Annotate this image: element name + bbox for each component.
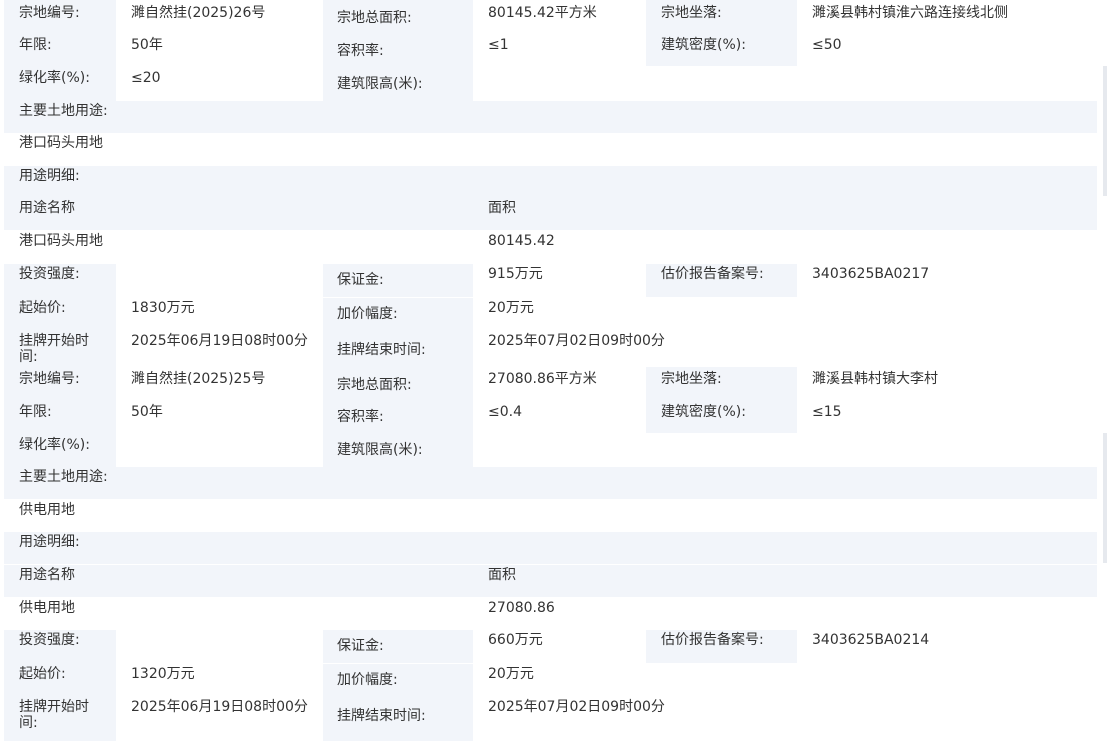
deposit-label: 保证金: <box>323 630 473 663</box>
density-value: ≤50 <box>797 33 1097 66</box>
total-area-label: 宗地总面积: <box>323 0 473 34</box>
main-use-label: 主要土地用途: <box>4 101 1097 133</box>
use-name-cell: 港口码头用地 <box>19 233 103 249</box>
use-detail-header-row: 用途名称 面积 <box>4 198 1097 230</box>
density-value: ≤15 <box>797 400 1097 433</box>
listing-start-label-line-2: 间: <box>19 349 38 365</box>
use-name-cell: 供电用地 <box>19 600 75 616</box>
increment-label: 加价幅度: <box>323 664 473 696</box>
scrollbar-thumb[interactable] <box>1103 66 1107 196</box>
density-label: 建筑密度(%): <box>646 33 797 68</box>
term-label: 年限: <box>4 400 116 433</box>
use-detail-label: 用途明细: <box>4 166 1097 198</box>
use-name-header: 用途名称 <box>19 567 75 583</box>
total-area-value: 80145.42平方米 <box>473 0 646 33</box>
term-value: 50年 <box>116 33 323 66</box>
use-area-cell: 80145.42 <box>488 233 555 249</box>
use-detail-label: 用途明细: <box>4 532 1097 564</box>
start-price-label: 起始价: <box>4 663 116 696</box>
green-label: 绿化率(%): <box>4 66 116 101</box>
land-listing-page: 宗地编号: 濉自然挂(2025)26号 宗地总面积: 80145.42平方米 宗… <box>0 0 1109 741</box>
main-use-value: 供电用地 <box>4 500 1097 532</box>
use-detail-row: 港口码头用地 80145.42 <box>4 231 1097 263</box>
invest-label: 投资强度: <box>4 264 116 297</box>
location-label: 宗地坐落: <box>646 367 797 400</box>
invest-value <box>116 630 323 663</box>
density-label: 建筑密度(%): <box>646 400 797 435</box>
start-price-label: 起始价: <box>4 297 116 330</box>
parcel-no-value: 濉自然挂(2025)25号 <box>116 367 323 400</box>
invest-label: 投资强度: <box>4 630 116 663</box>
increment-label: 加价幅度: <box>323 298 473 330</box>
listing-end-value: 2025年07月02日09时00分 <box>473 330 1097 367</box>
total-area-label: 宗地总面积: <box>323 367 473 401</box>
start-price-value: 1830万元 <box>116 297 323 330</box>
invest-value <box>116 264 323 297</box>
far-label: 容积率: <box>323 401 473 434</box>
deposit-value: 660万元 <box>473 630 646 663</box>
deposit-value: 915万元 <box>473 264 646 297</box>
increment-value: 20万元 <box>473 297 1097 330</box>
scrollbar-thumb-lower[interactable] <box>1103 433 1107 563</box>
main-use-label: 主要土地用途: <box>4 467 1097 499</box>
main-use-value: 港口码头用地 <box>4 133 1097 165</box>
parcel-no-value: 濉自然挂(2025)26号 <box>116 0 323 33</box>
green-label: 绿化率(%): <box>4 433 116 467</box>
use-name-header: 用途名称 <box>19 200 75 216</box>
parcel-block-2: 宗地编号: 濉自然挂(2025)25号 宗地总面积: 27080.86平方米 宗… <box>0 367 1109 741</box>
appraisal-label: 估价报告备案号: <box>646 630 797 664</box>
term-value: 50年 <box>116 400 323 433</box>
listing-start-label: 挂牌开始时 间: <box>4 330 116 367</box>
listing-start-value: 2025年06月19日08时00分 <box>116 696 323 741</box>
listing-start-label-line-2: 间: <box>19 715 38 731</box>
appraisal-label: 估价报告备案号: <box>646 264 797 298</box>
parcel-no-label: 宗地编号: <box>4 0 116 33</box>
far-value: ≤0.4 <box>473 400 646 433</box>
height-value <box>473 433 1097 467</box>
listing-start-label-line-1: 挂牌开始时 <box>19 699 89 715</box>
deposit-label: 保证金: <box>323 264 473 297</box>
appraisal-value: 3403625BA0217 <box>797 264 1097 297</box>
height-label: 建筑限高(米): <box>323 67 473 101</box>
far-value: ≤1 <box>473 33 646 66</box>
height-label: 建筑限高(米): <box>323 434 473 467</box>
start-price-value: 1320万元 <box>116 663 323 696</box>
listing-start-value: 2025年06月19日08时00分 <box>116 330 323 367</box>
green-value: ≤20 <box>116 66 323 101</box>
listing-start-label: 挂牌开始时 间: <box>4 696 116 741</box>
area-header: 面积 <box>488 200 516 216</box>
far-label: 容积率: <box>323 34 473 67</box>
area-header: 面积 <box>488 567 516 583</box>
increment-value: 20万元 <box>473 663 1097 696</box>
parcel-no-label: 宗地编号: <box>4 367 116 400</box>
term-label: 年限: <box>4 33 116 66</box>
green-value <box>116 433 323 467</box>
total-area-value: 27080.86平方米 <box>473 367 646 400</box>
listing-end-label: 挂牌结束时间: <box>323 696 473 741</box>
listing-start-label-line-1: 挂牌开始时 <box>19 333 89 349</box>
listing-end-label: 挂牌结束时间: <box>323 330 473 367</box>
location-value: 濉溪县韩村镇大李村 <box>797 367 1097 400</box>
use-detail-header-row: 用途名称 面积 <box>4 565 1097 597</box>
parcel-block-1: 宗地编号: 濉自然挂(2025)26号 宗地总面积: 80145.42平方米 宗… <box>0 0 1109 367</box>
vertical-scrollbar[interactable] <box>1101 0 1109 741</box>
height-value <box>473 66 1097 101</box>
listing-end-value: 2025年07月02日09时00分 <box>473 696 1097 741</box>
use-area-cell: 27080.86 <box>488 600 555 616</box>
appraisal-value: 3403625BA0214 <box>797 630 1097 663</box>
location-label: 宗地坐落: <box>646 0 797 33</box>
location-value: 濉溪县韩村镇淮六路连接线北侧 <box>797 0 1097 33</box>
use-detail-row: 供电用地 27080.86 <box>4 598 1097 630</box>
